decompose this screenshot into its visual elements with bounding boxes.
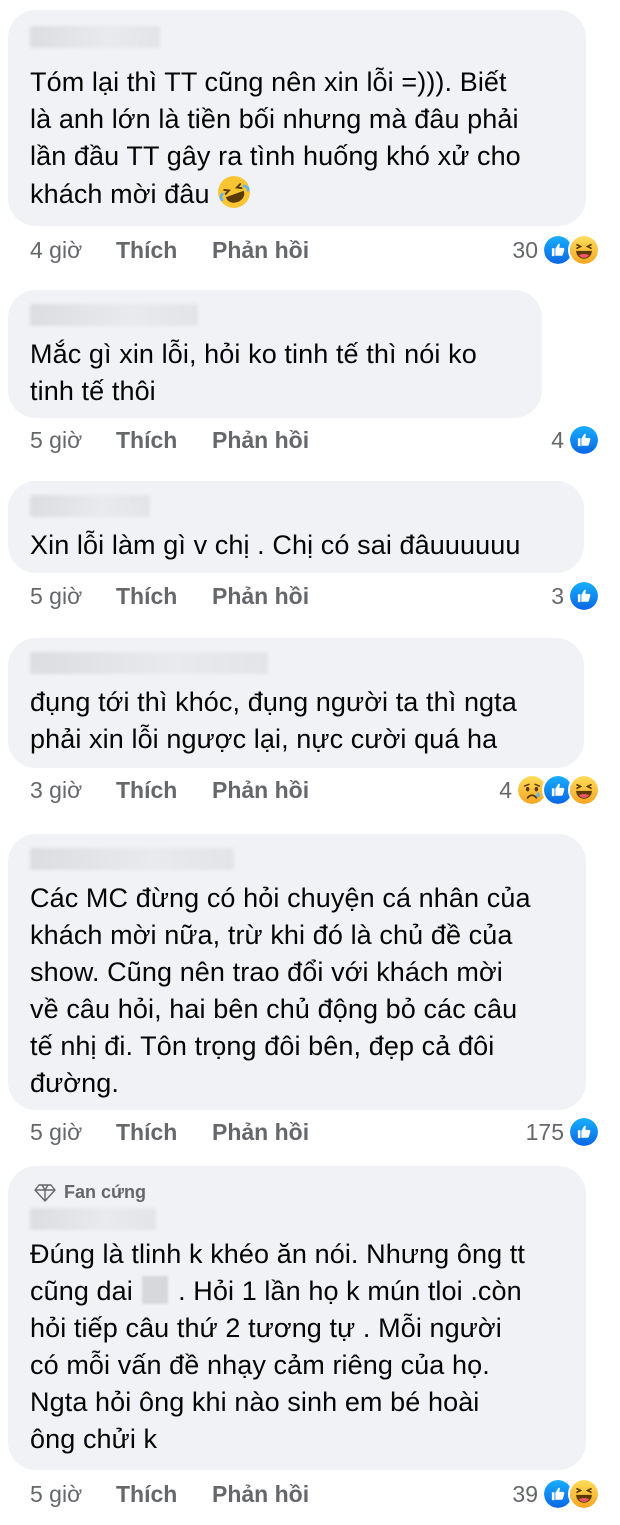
like-reaction-icon (568, 1116, 600, 1148)
reply-link[interactable]: Phản hồi (212, 1481, 309, 1508)
rolling-on-floor-laughing-emoji-icon (217, 175, 251, 219)
comment-time[interactable]: 4 giờ (30, 237, 116, 264)
haha-reaction-icon (568, 1478, 600, 1510)
comment-bubble[interactable]: Xin lỗi làm gì v chị . Chị có sai đâuuuu… (8, 481, 584, 573)
reply-link[interactable]: Phản hồi (212, 583, 309, 610)
blurred-author-name[interactable] (30, 652, 268, 674)
comment-text: Mắc gì xin lỗi, hỏi ko tinh tế thì nói k… (30, 339, 477, 406)
reaction-count: 39 (512, 1480, 538, 1507)
comment-meta: 5 giờ Thích Phản hồi (30, 1114, 309, 1150)
like-link[interactable]: Thích (116, 427, 212, 454)
reply-link[interactable]: Phản hồi (212, 427, 309, 454)
comment-time[interactable]: 5 giờ (30, 1481, 116, 1508)
reaction-summary[interactable]: 4 (551, 422, 600, 458)
blurred-author-name[interactable] (30, 495, 150, 517)
like-link[interactable]: Thích (116, 1119, 212, 1146)
comment-meta: 5 giờ Thích Phản hồi (30, 422, 309, 458)
like-reaction-icon (568, 580, 600, 612)
reaction-summary[interactable]: 39 (512, 1476, 600, 1512)
comment-time[interactable]: 5 giờ (30, 1119, 116, 1146)
reply-link[interactable]: Phản hồi (212, 1119, 309, 1146)
comment-text: đụng tới thì khóc, đụng người ta thì ngt… (30, 687, 517, 754)
reply-link[interactable]: Phản hồi (212, 237, 309, 264)
like-reaction-icon (568, 424, 600, 456)
blurred-author-name[interactable] (30, 26, 160, 48)
reply-link[interactable]: Phản hồi (212, 777, 309, 804)
comment-time[interactable]: 5 giờ (30, 427, 116, 454)
comment-meta: 5 giờ Thích Phản hồi (30, 1476, 309, 1512)
reaction-count: 3 (551, 582, 564, 609)
reaction-count: 4 (551, 426, 564, 453)
like-link[interactable]: Thích (116, 237, 212, 264)
reaction-summary[interactable]: 30 (512, 232, 600, 268)
top-fan-badge: Fan cứng (34, 1182, 146, 1203)
comment-meta: 3 giờ Thích Phản hồi (30, 772, 309, 808)
comment-bubble[interactable]: Các MC đừng có hỏi chuyện cá nhân của kh… (8, 834, 586, 1110)
comment-bubble[interactable]: Mắc gì xin lỗi, hỏi ko tinh tế thì nói k… (8, 290, 542, 418)
like-link[interactable]: Thích (116, 583, 212, 610)
reaction-summary[interactable]: 4 (499, 772, 600, 808)
reaction-count: 4 (499, 776, 512, 803)
censored-word (142, 1276, 169, 1304)
comment-bubble[interactable]: đụng tới thì khóc, đụng người ta thì ngt… (8, 638, 584, 768)
haha-reaction-icon (568, 774, 600, 806)
blurred-author-name[interactable] (30, 304, 198, 326)
like-link[interactable]: Thích (116, 777, 212, 804)
comment-bubble[interactable]: Tóm lại thì TT cũng nên xin lỗi =))). Bi… (8, 10, 586, 226)
comment-text: Đúng là tlinh k khéo ăn nói. Nhưng ông t… (30, 1239, 525, 1454)
reaction-summary[interactable]: 3 (551, 578, 600, 614)
blurred-author-name[interactable] (30, 848, 234, 870)
comment-time[interactable]: 3 giờ (30, 777, 116, 804)
comment-meta: 5 giờ Thích Phản hồi (30, 578, 309, 614)
blurred-author-name[interactable] (30, 1208, 156, 1230)
comment-time[interactable]: 5 giờ (30, 583, 116, 610)
comment-text: Tóm lại thì TT cũng nên xin lỗi =))). Bi… (30, 64, 568, 219)
diamond-icon (34, 1183, 56, 1202)
comment-meta: 4 giờ Thích Phản hồi (30, 232, 309, 268)
reaction-count: 175 (525, 1118, 564, 1145)
haha-reaction-icon (568, 234, 600, 266)
reaction-count: 30 (512, 236, 538, 263)
like-link[interactable]: Thích (116, 1481, 212, 1508)
reaction-summary[interactable]: 175 (526, 1114, 600, 1150)
comment-bubble[interactable]: Fan cứng Đúng là tlinh k khéo ăn nói. Nh… (8, 1166, 586, 1470)
comment-text: Các MC đừng có hỏi chuyện cá nhân của kh… (30, 883, 531, 1098)
comment-text: Xin lỗi làm gì v chị . Chị có sai đâuuuu… (30, 530, 521, 560)
